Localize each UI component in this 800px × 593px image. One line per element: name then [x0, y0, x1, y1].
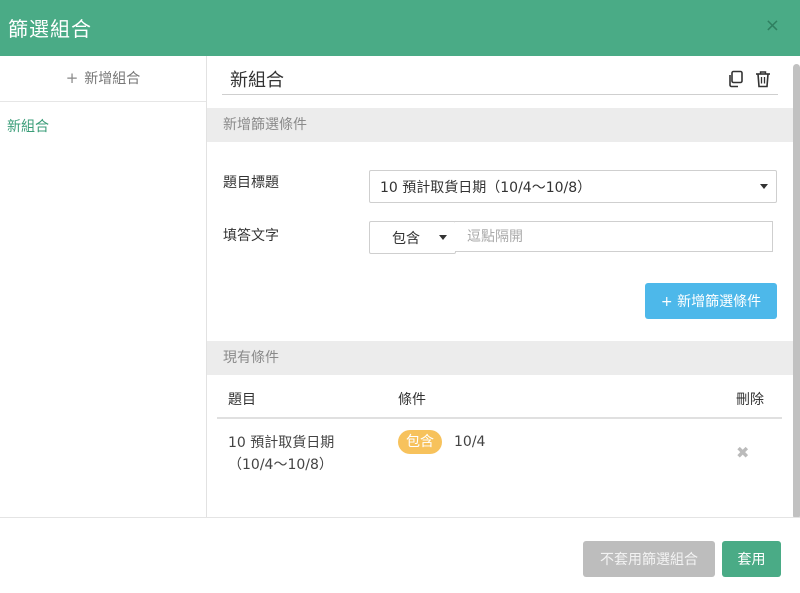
question-select-value: 10 預計取貨日期（10/4～10/8） — [380, 180, 592, 196]
add-group-label: 新增組合 — [84, 71, 141, 87]
question-select[interactable]: 10 預計取貨日期（10/4～10/8） — [369, 170, 777, 203]
group-name-input[interactable] — [222, 66, 778, 95]
column-header-question: 題目 — [228, 392, 256, 408]
operator-select-value: 包含 — [392, 231, 420, 247]
question-text-line1: 10 預計取貨日期 — [228, 435, 335, 451]
sidebar: + 新增組合 新組合 — [0, 56, 207, 517]
table-header-divider — [217, 417, 782, 419]
apply-button[interactable]: 套用 — [722, 541, 781, 577]
delete-condition-icon[interactable]: ✖ — [736, 443, 749, 462]
answer-text-input[interactable] — [455, 221, 773, 252]
answer-field-label: 填答文字 — [223, 228, 279, 244]
operator-select[interactable]: 包含 — [369, 221, 456, 254]
column-header-delete: 刪除 — [736, 392, 764, 408]
condition-value: 10/4 — [454, 434, 486, 450]
column-header-condition: 條件 — [398, 392, 426, 408]
new-condition-section-header: 新增篩選條件 — [207, 108, 793, 142]
dialog-footer: 不套用篩選組合 套用 — [0, 517, 800, 593]
trash-icon[interactable] — [755, 70, 771, 88]
copy-icon[interactable] — [727, 70, 745, 88]
editor-panel: 新增篩選條件 題目標題 10 預計取貨日期（10/4～10/8） 填答文字 包含… — [207, 56, 793, 517]
operator-badge: 包含 — [398, 430, 442, 454]
chevron-down-icon — [439, 235, 447, 240]
scrollbar[interactable] — [793, 64, 800, 519]
add-condition-button[interactable]: + 新增篩選條件 — [645, 283, 777, 319]
no-filter-button[interactable]: 不套用篩選組合 — [583, 541, 715, 577]
table-row-question: 10 預計取貨日期 （10/4～10/8） — [228, 432, 388, 476]
existing-conditions-section-header: 現有條件 — [207, 341, 793, 375]
dialog-title: 篩選組合 — [8, 17, 92, 41]
add-group-button[interactable]: + 新增組合 — [0, 56, 206, 102]
sidebar-item-new-group[interactable]: 新組合 — [7, 116, 49, 136]
question-text-line2: （10/4～10/8） — [228, 457, 333, 473]
dialog-header: 篩選組合 × — [0, 0, 800, 56]
chevron-down-icon — [760, 184, 768, 189]
question-field-label: 題目標題 — [223, 175, 279, 191]
close-icon[interactable]: × — [765, 16, 780, 36]
plus-icon: + — [65, 69, 79, 87]
